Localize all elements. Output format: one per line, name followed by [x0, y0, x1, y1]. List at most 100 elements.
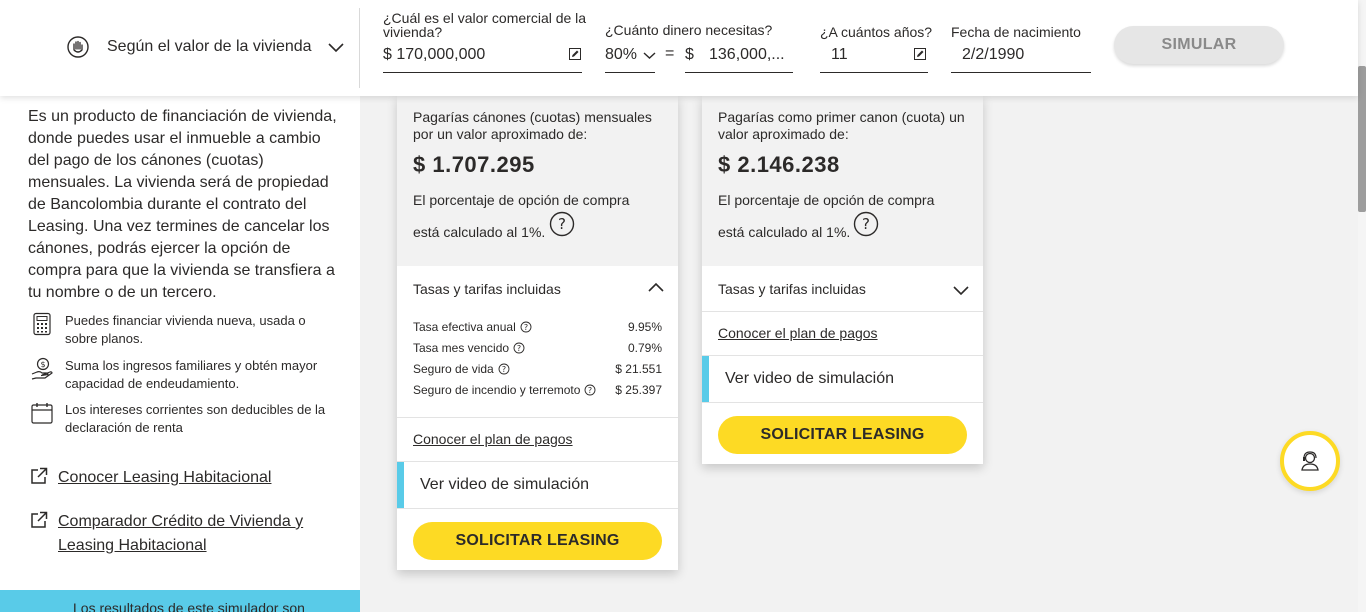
- fee-label: Seguro de incendio y terremoto: [413, 383, 581, 397]
- money-hand-icon: $: [31, 357, 53, 380]
- input-underline: [820, 72, 928, 73]
- payment-amount: $ 2.146.238: [718, 152, 840, 177]
- disclaimer-banner: Los resultados de este simulador son: [0, 590, 360, 612]
- fee-value: 9.95%: [627, 320, 662, 334]
- divider: [702, 311, 983, 312]
- advisor-icon: [1301, 451, 1319, 471]
- simulate-button[interactable]: SIMULAR: [1114, 26, 1284, 64]
- payment-plan-link[interactable]: Conocer el plan de pagos: [413, 431, 573, 447]
- info-icon[interactable]: ?: [520, 321, 532, 333]
- video-simulation-link[interactable]: Ver video de simulación: [702, 356, 983, 402]
- chevron-down-icon: [328, 43, 344, 53]
- link-text[interactable]: Comparador Crédito de Vivienda y Leasing…: [58, 510, 318, 558]
- payment-description: Pagarías como primer canon (cuota) un va…: [718, 109, 965, 142]
- feature-item: Los intereses corrientes son deducibles …: [30, 401, 333, 437]
- purchase-option-text: El porcentaje de opción de compra: [413, 192, 630, 208]
- simulator-bar: Según el valor de la vivienda ¿Cuál es e…: [0, 0, 1358, 96]
- fee-value: $ 21.551: [615, 362, 662, 376]
- external-link-icon: [31, 511, 48, 528]
- info-icon[interactable]: ?: [584, 384, 596, 396]
- purchase-option-text: está calculado al 1%.: [718, 224, 851, 240]
- svg-text:?: ?: [524, 323, 528, 332]
- chevron-up-icon[interactable]: [648, 282, 664, 292]
- fee-value: $ 25.397: [615, 383, 662, 397]
- calculator-icon: [33, 312, 51, 336]
- svg-text:?: ?: [862, 215, 870, 233]
- help-icon[interactable]: ?: [853, 211, 879, 237]
- purchase-option-text: está calculado al 1%.: [413, 224, 546, 240]
- purchase-option-text: El porcentaje de opción de compra: [718, 192, 935, 208]
- property-value-input[interactable]: $ 170,000,000: [383, 46, 485, 64]
- scrollbar-thumb[interactable]: [1358, 66, 1366, 212]
- feature-item: $ Suma los ingresos familiares y obtén m…: [30, 357, 333, 393]
- external-link-icon: [31, 467, 48, 484]
- svg-text:?: ?: [502, 365, 506, 374]
- fee-label: Tasa mes vencido: [413, 341, 510, 355]
- link-leasing-habitacional[interactable]: Conocer Leasing Habitacional: [30, 466, 271, 490]
- svg-text:?: ?: [558, 215, 566, 233]
- feature-text: Puedes financiar vivienda nueva, usada o…: [65, 313, 306, 346]
- input-underline: [383, 72, 582, 73]
- card-summary: Pagarías como primer canon (cuota) un va…: [702, 96, 983, 266]
- loan-amount-input[interactable]: 136,000,...: [709, 46, 785, 64]
- years-label: ¿A cuántos años?: [820, 24, 933, 40]
- fee-name: Seguro de incendio y terremoto ?: [413, 383, 596, 397]
- svg-text:?: ?: [588, 386, 592, 395]
- video-simulation-link[interactable]: Ver video de simulación: [397, 462, 678, 508]
- feature-text: Los intereses corrientes son deducibles …: [65, 402, 326, 435]
- fee-label: Seguro de vida: [413, 362, 494, 376]
- years-input[interactable]: 11: [831, 46, 848, 64]
- birthdate-field: Fecha de nacimiento 2/2/1990: [951, 25, 1091, 73]
- disclaimer-text: Los resultados de este simulador son: [73, 600, 305, 612]
- feature-text: Suma los ingresos familiares y obtén may…: [65, 358, 318, 391]
- divider: [702, 402, 983, 403]
- video-label[interactable]: Ver video de simulación: [725, 370, 894, 388]
- birthdate-label: Fecha de nacimiento: [951, 24, 1081, 40]
- edit-icon[interactable]: [914, 48, 926, 60]
- product-description: Es un producto de financiación de vivien…: [28, 108, 337, 301]
- fees-title[interactable]: Tasas y tarifas incluidas: [718, 281, 866, 297]
- input-underline: [685, 72, 793, 73]
- currency-symbol: $: [685, 46, 694, 63]
- info-icon[interactable]: ?: [498, 363, 510, 375]
- svg-text:?: ?: [517, 344, 521, 353]
- house-hand-icon: [67, 36, 89, 58]
- scrollbar[interactable]: [1358, 0, 1366, 612]
- chevron-down-icon: [643, 51, 656, 59]
- property-value-field: ¿Cuál es el valor comercial de la vivien…: [383, 11, 586, 73]
- loan-amount-label: ¿Cuánto dinero necesitas?: [605, 22, 773, 38]
- info-icon[interactable]: ?: [513, 342, 525, 354]
- request-leasing-button[interactable]: SOLICITAR LEASING: [413, 522, 662, 560]
- svg-text:$: $: [40, 360, 45, 369]
- birthdate-input[interactable]: 2/2/1990: [962, 46, 1024, 64]
- fees-title[interactable]: Tasas y tarifas incluidas: [413, 281, 561, 297]
- percent-value: 80%: [605, 46, 638, 63]
- input-underline: [605, 72, 655, 73]
- accent-bar: [397, 462, 404, 508]
- chevron-down-icon[interactable]: [953, 286, 969, 296]
- percent-select[interactable]: 80%: [605, 46, 656, 64]
- mode-label: Según el valor de la vivienda: [107, 38, 312, 55]
- simulation-mode-select[interactable]: Según el valor de la vivienda: [66, 34, 345, 60]
- fee-value: 0.79%: [627, 341, 662, 355]
- equals-sign: =: [665, 45, 675, 62]
- payment-description: Pagarías cánones (cuotas) mensuales por …: [413, 109, 652, 142]
- support-chat-button[interactable]: [1280, 431, 1340, 491]
- product-info-panel: Es un producto de financiación de vivien…: [0, 96, 360, 612]
- card-summary: Pagarías cánones (cuotas) mensuales por …: [397, 96, 678, 266]
- feature-item: Puedes financiar vivienda nueva, usada o…: [30, 312, 333, 348]
- help-icon[interactable]: ?: [549, 211, 575, 237]
- calendar-icon: [31, 403, 53, 424]
- edit-icon[interactable]: [569, 48, 581, 60]
- request-leasing-button[interactable]: SOLICITAR LEASING: [718, 416, 967, 454]
- payment-plan-link[interactable]: Conocer el plan de pagos: [718, 325, 878, 341]
- result-card-first-payment: Pagarías como primer canon (cuota) un va…: [702, 96, 983, 464]
- input-underline: [951, 72, 1091, 73]
- divider: [359, 8, 360, 88]
- link-text[interactable]: Conocer Leasing Habitacional: [58, 466, 271, 490]
- link-comparador[interactable]: Comparador Crédito de Vivienda y Leasing…: [30, 510, 318, 558]
- divider: [397, 508, 678, 509]
- video-label[interactable]: Ver video de simulación: [420, 476, 589, 494]
- loan-amount-field: ¿Cuánto dinero necesitas? 80% = $ 136,00…: [605, 23, 795, 73]
- fee-name: Tasa mes vencido ?: [413, 341, 525, 355]
